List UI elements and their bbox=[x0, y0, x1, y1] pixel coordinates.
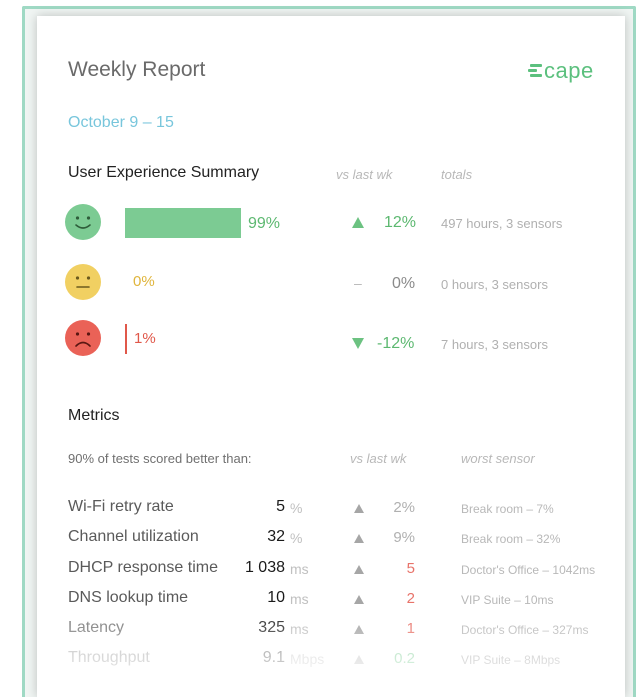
metric-unit: ms bbox=[290, 591, 309, 607]
metric-worst-sensor: VIP Suite – 8Mbps bbox=[461, 653, 561, 667]
metric-worst-sensor: Doctor's Office – 327ms bbox=[461, 623, 589, 637]
metrics-title: Metrics bbox=[68, 407, 120, 424]
trend-up-icon bbox=[354, 655, 364, 664]
metric-unit: ms bbox=[290, 561, 309, 577]
metric-name: Wi-Fi retry rate bbox=[68, 498, 174, 515]
metric-worst-sensor: Break room – 7% bbox=[461, 502, 554, 516]
ux-change-bad: -12% bbox=[377, 335, 415, 352]
metric-change: 1 bbox=[406, 620, 415, 637]
trend-up-icon bbox=[354, 504, 364, 513]
ux-col-totals: totals bbox=[441, 167, 473, 182]
ux-totals-good: 497 hours, 3 sensors bbox=[441, 216, 563, 231]
metrics-col-vs-last-week: vs last wk bbox=[350, 451, 407, 466]
trend-up-icon bbox=[354, 625, 364, 634]
metric-unit: Mbps bbox=[290, 651, 325, 667]
metric-unit: % bbox=[290, 500, 303, 516]
report-title: Weekly Report bbox=[68, 58, 206, 81]
ux-totals-bad: 7 hours, 3 sensors bbox=[441, 337, 548, 352]
trend-up-icon bbox=[354, 534, 364, 543]
sad-face-icon bbox=[65, 320, 101, 356]
metric-name: Throughput bbox=[68, 649, 150, 666]
metric-name: DHCP response time bbox=[68, 559, 218, 576]
metrics-col-worst-sensor: worst sensor bbox=[461, 451, 535, 466]
report-card: Weekly Report cape October 9 – 15 User E… bbox=[37, 16, 625, 697]
metric-change: 2% bbox=[393, 499, 415, 516]
happy-face-icon bbox=[65, 204, 101, 240]
metric-unit: ms bbox=[290, 621, 309, 637]
metric-value: 10 bbox=[267, 589, 285, 606]
metric-worst-sensor: Doctor's Office – 1042ms bbox=[461, 563, 596, 577]
trend-flat-icon: – bbox=[354, 275, 362, 291]
cape-logo: cape bbox=[528, 58, 594, 84]
metric-change: 0.2 bbox=[394, 650, 415, 667]
metric-change: 2 bbox=[406, 590, 415, 607]
metric-change: 9% bbox=[393, 529, 415, 546]
ux-change-good: 12% bbox=[384, 214, 417, 231]
metric-value: 325 bbox=[258, 619, 285, 636]
metric-name: Channel utilization bbox=[68, 528, 199, 545]
metric-worst-sensor: VIP Suite – 10ms bbox=[461, 593, 554, 607]
metric-value: 1 038 bbox=[244, 559, 285, 576]
ux-bar-good bbox=[125, 208, 241, 238]
ux-col-vs-last-week: vs last wk bbox=[336, 167, 393, 182]
neutral-face-icon bbox=[65, 264, 101, 300]
logo-text: cape bbox=[544, 58, 594, 83]
ux-change-neutral: 0% bbox=[392, 275, 416, 292]
trend-up-icon bbox=[354, 595, 364, 604]
metric-name: DNS lookup time bbox=[68, 589, 189, 606]
metric-value: 32 bbox=[267, 528, 285, 545]
metric-worst-sensor: Break room – 32% bbox=[461, 532, 561, 546]
date-range: October 9 – 15 bbox=[68, 114, 174, 131]
metric-value: 5 bbox=[276, 498, 285, 515]
metric-name: Latency bbox=[68, 619, 125, 636]
trend-down-icon bbox=[352, 338, 364, 349]
ux-pct-good: 99% bbox=[248, 215, 281, 232]
trend-up-icon bbox=[354, 565, 364, 574]
metric-unit: % bbox=[290, 530, 303, 546]
ux-bar-bad bbox=[125, 324, 127, 354]
ux-summary-title: User Experience Summary bbox=[68, 164, 260, 181]
cape-logo-icon bbox=[528, 62, 542, 80]
metric-value: 9.1 bbox=[262, 649, 285, 666]
trend-up-icon bbox=[352, 217, 364, 228]
ux-pct-neutral: 0% bbox=[133, 273, 155, 290]
ux-pct-bad: 1% bbox=[134, 330, 156, 347]
metric-change: 5 bbox=[406, 560, 415, 577]
metrics-subtitle: 90% of tests scored better than: bbox=[68, 451, 252, 466]
ux-totals-neutral: 0 hours, 3 sensors bbox=[441, 277, 548, 292]
